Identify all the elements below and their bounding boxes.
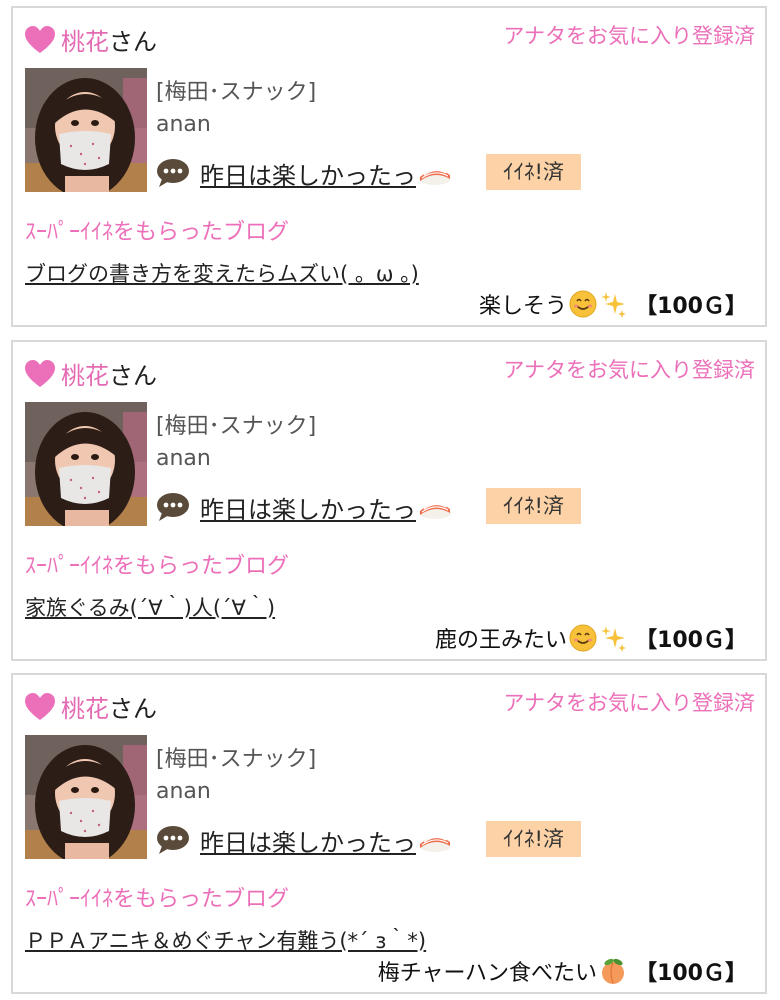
favorite-status: アナタをお気に入り登録済 xyxy=(503,24,755,48)
smile-icon xyxy=(569,624,597,652)
favorite-status: アナタをお気に入り登録済 xyxy=(503,358,755,382)
sushi-icon xyxy=(418,503,452,520)
heart-icon xyxy=(25,26,55,53)
points-label: 【100Ｇ】 xyxy=(635,628,747,653)
user-name[interactable]: 桃花さん xyxy=(61,689,157,724)
comment-row: 昨日は楽しかったっ ｲｲﾈ!済 xyxy=(156,488,756,524)
iine-done-badge: ｲｲﾈ!済 xyxy=(486,488,581,524)
blog-like-card: 桃花さん アナタをお気に入り登録済 [梅田･スナック] anan 昨日は楽しかっ… xyxy=(11,6,767,327)
peach-icon xyxy=(601,957,625,985)
cast-name[interactable]: anan xyxy=(156,446,211,471)
speech-bubble-icon xyxy=(157,493,189,521)
heart-icon xyxy=(25,360,55,387)
iine-done-badge: ｲｲﾈ!済 xyxy=(486,821,581,857)
speech-bubble-icon xyxy=(157,826,189,854)
blog-title-link[interactable]: 家族ぐるみ(´∀｀)人(´∀｀) xyxy=(25,592,275,622)
shop-label: [梅田･スナック] xyxy=(156,80,317,105)
comment-row: 昨日は楽しかったっ ｲｲﾈ!済 xyxy=(156,154,756,190)
super-iine-label: ｽｰﾊﾟｰｲｲﾈをもらったブログ xyxy=(25,220,290,245)
user-name[interactable]: 桃花さん xyxy=(61,22,157,57)
comment-link[interactable]: 昨日は楽しかったっ xyxy=(200,156,452,191)
blog-title-link[interactable]: ＰＰＡアニキ＆めぐチャン有難う(*´ з｀*) xyxy=(25,925,426,955)
avatar[interactable] xyxy=(25,68,147,192)
sushi-icon xyxy=(418,169,452,186)
points-label: 【100Ｇ】 xyxy=(635,294,747,319)
iine-done-badge: ｲｲﾈ!済 xyxy=(486,154,581,190)
favorite-status: アナタをお気に入り登録済 xyxy=(503,691,755,715)
comment-link[interactable]: 昨日は楽しかったっ xyxy=(200,823,452,858)
user-name[interactable]: 桃花さん xyxy=(61,356,157,391)
cast-name[interactable]: anan xyxy=(156,112,211,137)
comment-row: 昨日は楽しかったっ ｲｲﾈ!済 xyxy=(156,821,756,857)
blog-like-card: 桃花さん アナタをお気に入り登録済 [梅田･スナック] anan 昨日は楽しかっ… xyxy=(11,673,767,994)
sushi-icon xyxy=(418,836,452,853)
super-iine-label: ｽｰﾊﾟｰｲｲﾈをもらったブログ xyxy=(25,554,290,579)
reply-text: 鹿の王みたい 【100Ｇ】 xyxy=(435,622,747,654)
shop-label: [梅田･スナック] xyxy=(156,747,317,772)
blog-title-link[interactable]: ブログの書き方を変えたらムズい( 。ω 。) xyxy=(25,258,419,288)
points-label: 【100Ｇ】 xyxy=(635,961,747,986)
speech-bubble-icon xyxy=(157,159,189,187)
avatar[interactable] xyxy=(25,735,147,859)
sparkles-icon xyxy=(601,292,627,318)
shop-label: [梅田･スナック] xyxy=(156,414,317,439)
heart-icon xyxy=(25,693,55,720)
sparkles-icon xyxy=(601,626,627,652)
reply-text: 楽しそう 【100Ｇ】 xyxy=(479,288,747,320)
blog-like-card: 桃花さん アナタをお気に入り登録済 [梅田･スナック] anan 昨日は楽しかっ… xyxy=(11,340,767,661)
super-iine-label: ｽｰﾊﾟｰｲｲﾈをもらったブログ xyxy=(25,887,290,912)
reply-text: 梅チャーハン食べたい 【100Ｇ】 xyxy=(378,955,747,987)
smile-icon xyxy=(569,290,597,318)
comment-link[interactable]: 昨日は楽しかったっ xyxy=(200,490,452,525)
cast-name[interactable]: anan xyxy=(156,779,211,804)
avatar[interactable] xyxy=(25,402,147,526)
